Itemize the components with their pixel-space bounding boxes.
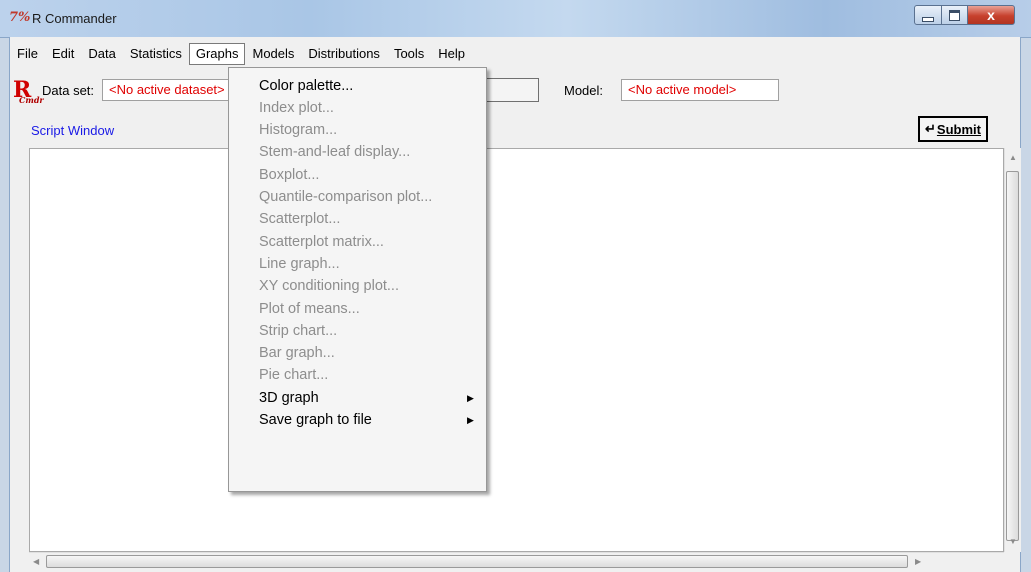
submit-label: Submit bbox=[936, 121, 981, 137]
close-button[interactable]: x bbox=[967, 5, 1015, 25]
menu-item-boxplot[interactable]: Boxplot... bbox=[259, 165, 319, 186]
menu-item-index-plot[interactable]: Index plot... bbox=[259, 98, 334, 119]
script-textarea[interactable] bbox=[29, 148, 1004, 552]
menu-graphs[interactable]: Graphs bbox=[188, 43, 246, 65]
menu-item-histogram[interactable]: Histogram... bbox=[259, 120, 337, 141]
menu-distributions[interactable]: Distributions bbox=[301, 43, 387, 65]
graphs-dropdown-menu: Color palette... Index plot... Histogram… bbox=[228, 67, 487, 492]
menu-models[interactable]: Models bbox=[245, 43, 301, 65]
script-window-label: Script Window bbox=[31, 123, 115, 138]
model-label: Model: bbox=[564, 83, 604, 98]
rcmdr-logo: R Cmdr bbox=[13, 77, 44, 105]
vertical-scrollbar[interactable]: ▲ ▼ bbox=[1004, 148, 1021, 552]
menu-item-line-graph[interactable]: Line graph... bbox=[259, 254, 340, 275]
enter-arrow-icon: ↵ bbox=[925, 121, 936, 136]
scroll-down-icon[interactable]: ▼ bbox=[1009, 537, 1017, 546]
menu-item-3d-graph[interactable]: 3D graph bbox=[259, 388, 319, 409]
toolbar: R Cmdr Data set: <No active dataset> Vie… bbox=[10, 75, 1020, 107]
horizontal-scrollbar[interactable]: ◀ ▶ bbox=[29, 552, 1004, 570]
menu-item-scatterplot[interactable]: Scatterplot... bbox=[259, 209, 340, 230]
minimize-icon bbox=[922, 16, 934, 22]
menu-item-quantile-comparison[interactable]: Quantile-comparison plot... bbox=[259, 187, 432, 208]
horizontal-scroll-thumb[interactable] bbox=[46, 555, 908, 568]
scroll-up-icon[interactable]: ▲ bbox=[1009, 153, 1017, 162]
menu-file[interactable]: File bbox=[10, 43, 45, 65]
vertical-scroll-thumb[interactable] bbox=[1006, 171, 1019, 541]
menu-item-pie-chart[interactable]: Pie chart... bbox=[259, 365, 328, 386]
app-icon: 7% bbox=[9, 10, 31, 25]
title-bar[interactable]: 7% R Commander x bbox=[0, 0, 1031, 38]
menu-item-bar-graph[interactable]: Bar graph... bbox=[259, 343, 335, 364]
submenu-arrow-icon: ▶ bbox=[467, 415, 474, 425]
maximize-icon bbox=[949, 9, 960, 21]
menu-help[interactable]: Help bbox=[431, 43, 472, 65]
logo-sub: Cmdr bbox=[19, 95, 44, 105]
menu-tools[interactable]: Tools bbox=[387, 43, 431, 65]
maximize-button[interactable] bbox=[941, 5, 968, 25]
scroll-left-icon[interactable]: ◀ bbox=[33, 557, 39, 566]
menu-bar: File Edit Data Statistics Graphs Models … bbox=[10, 43, 472, 65]
menu-item-scatterplot-matrix[interactable]: Scatterplot matrix... bbox=[259, 232, 384, 253]
menu-item-strip-chart[interactable]: Strip chart... bbox=[259, 321, 337, 342]
submenu-arrow-icon: ▶ bbox=[467, 393, 474, 403]
menu-item-color-palette[interactable]: Color palette... bbox=[259, 76, 353, 97]
menu-item-plot-of-means[interactable]: Plot of means... bbox=[259, 299, 360, 320]
dataset-label: Data set: bbox=[42, 83, 95, 98]
minimize-button[interactable] bbox=[914, 5, 942, 25]
menu-item-xy-conditioning-plot[interactable]: XY conditioning plot... bbox=[259, 276, 399, 297]
main-window: File Edit Data Statistics Graphs Models … bbox=[9, 37, 1021, 572]
menu-edit[interactable]: Edit bbox=[45, 43, 81, 65]
menu-statistics[interactable]: Statistics bbox=[123, 43, 189, 65]
menu-item-save-graph-to-file[interactable]: Save graph to file bbox=[259, 410, 372, 431]
scroll-right-icon[interactable]: ▶ bbox=[915, 557, 921, 566]
close-icon: x bbox=[987, 7, 995, 23]
submit-button[interactable]: ↵ Submit bbox=[918, 116, 988, 142]
active-model-button[interactable]: <No active model> bbox=[621, 79, 779, 101]
window-title: R Commander bbox=[32, 11, 117, 26]
menu-data[interactable]: Data bbox=[81, 43, 122, 65]
menu-item-stem-and-leaf[interactable]: Stem-and-leaf display... bbox=[259, 142, 410, 163]
